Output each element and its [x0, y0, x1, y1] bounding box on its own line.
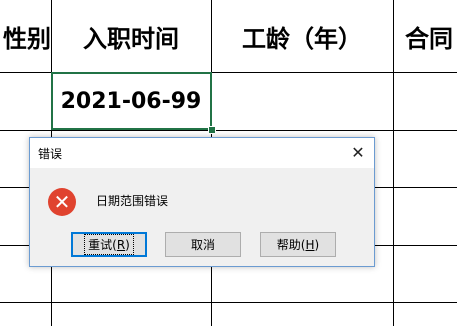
grid-line [0, 130, 457, 131]
help-label-text: 帮助( [276, 238, 306, 252]
grid-line [0, 302, 457, 303]
header-hire-date[interactable]: 入职时间 [51, 0, 211, 72]
header-contract[interactable]: 合同 [405, 0, 457, 72]
retry-hotkey: R [116, 238, 126, 252]
error-icon: ✕ [48, 188, 76, 216]
help-hotkey: H [305, 237, 315, 252]
fill-handle[interactable] [208, 126, 216, 134]
header-gender[interactable]: 性别 [0, 0, 51, 72]
header-years-of-service[interactable]: 工龄（年） [211, 0, 393, 72]
help-button[interactable]: 帮助(H) [260, 232, 336, 257]
help-label-suffix: ) [314, 237, 320, 252]
dialog-title: 错误 [38, 146, 63, 161]
close-icon[interactable]: ✕ [348, 142, 368, 162]
error-dialog: 错误 ✕ ✕ 日期范围错误 重试(R) 取消 帮助(H) [29, 137, 375, 267]
retry-label-text: 重试( [88, 238, 117, 252]
dialog-message: 日期范围错误 [96, 194, 169, 208]
cancel-button[interactable]: 取消 [165, 232, 241, 257]
retry-button[interactable]: 重试(R) [71, 232, 147, 257]
retry-label-suffix: ) [125, 238, 130, 252]
grid-line [393, 0, 394, 326]
active-cell-border [51, 72, 212, 130]
dialog-titlebar[interactable]: 错误 ✕ [30, 138, 374, 168]
retry-button-label: 重试(R) [84, 234, 134, 255]
